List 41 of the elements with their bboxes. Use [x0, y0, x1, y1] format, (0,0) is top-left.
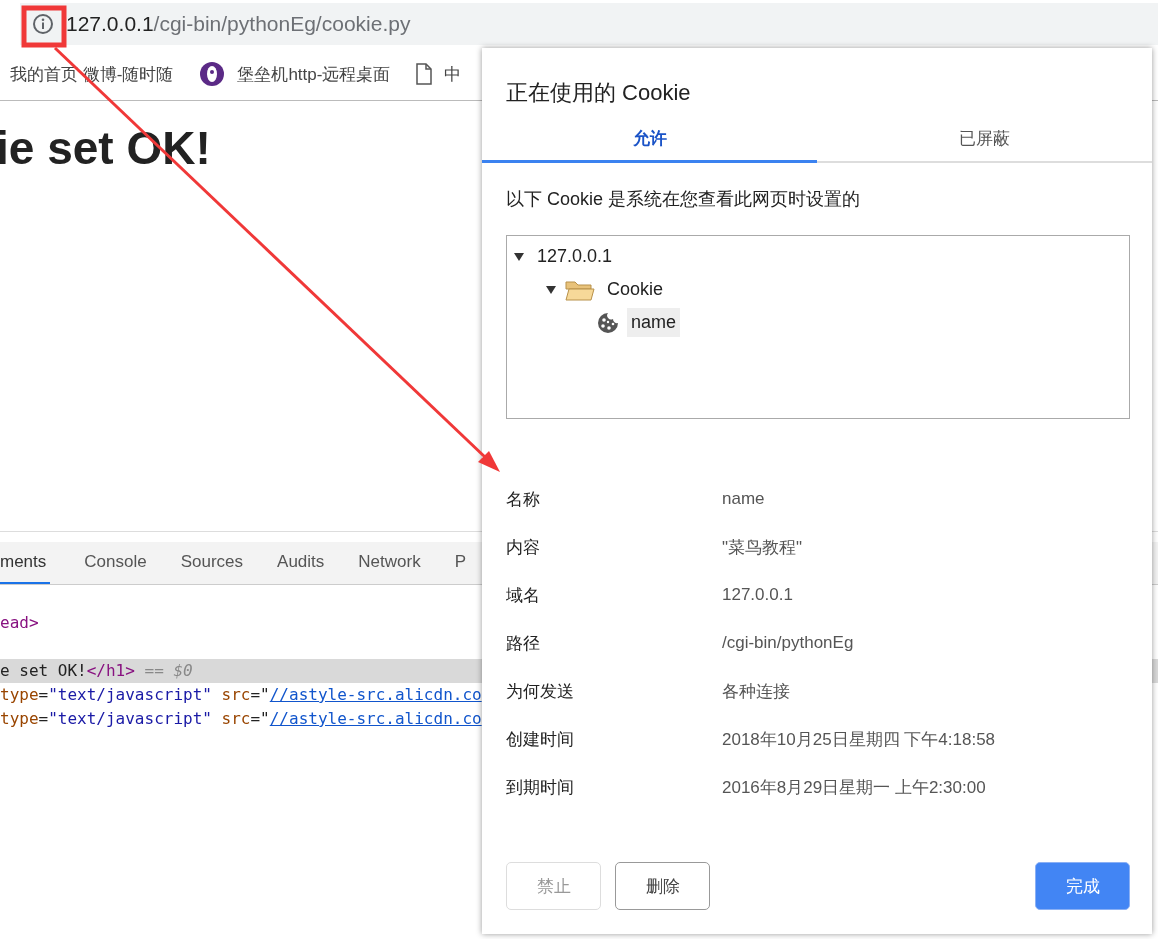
folder-icon: [565, 278, 595, 301]
dialog-tab[interactable]: 已屏蔽: [817, 120, 1152, 163]
dialog-button[interactable]: 完成: [1035, 862, 1130, 910]
field-value: 127.0.0.1: [722, 585, 793, 605]
highlight-frame: [21, 5, 67, 48]
field-label: 为何发送: [506, 680, 575, 703]
devtools-tab[interactable]: P: [454, 542, 466, 584]
dialog-title: 正在使用的 Cookie: [505, 79, 692, 107]
bookmark-logo-icon: [199, 61, 226, 87]
field-value: 2016年8月29日星期一 上午2:30:00: [722, 776, 986, 799]
bookmark-link[interactable]: 中: [444, 62, 462, 86]
devtools-tab[interactable]: Console: [84, 542, 147, 584]
tree-item[interactable]: 127.0.0.1: [533, 242, 617, 271]
field-label: 内容: [506, 536, 541, 559]
description-text: 以下 Cookie 是系统在您查看此网页时设置的: [505, 188, 862, 211]
devtools-tab[interactable]: ments: [0, 542, 51, 584]
field-value: 2018年10月25日星期四 下午4:18:58: [722, 728, 996, 751]
devtools-tab[interactable]: Audits: [277, 542, 325, 584]
url-text: 127.0.0.1/cgi-bin/pythonEg/cookie.py: [66, 12, 411, 36]
field-label: 名称: [506, 488, 541, 511]
bookmark-link[interactable]: 堡垒机http-远程桌面: [237, 62, 391, 86]
field-label: 域名: [506, 584, 541, 607]
page-icon: [416, 63, 433, 85]
info-icon[interactable]: [32, 13, 54, 35]
address-bar[interactable]: 127.0.0.1/cgi-bin/pythonEg/cookie.py: [20, 3, 1158, 45]
field-label: 创建时间: [506, 728, 575, 751]
dialog-tab[interactable]: 允许: [482, 120, 817, 163]
expand-triangle-icon[interactable]: [545, 283, 557, 296]
tree-item[interactable]: name: [627, 308, 681, 337]
expand-triangle-icon[interactable]: [513, 250, 525, 263]
dialog-button[interactable]: 删除: [615, 862, 710, 910]
field-value: 各种连接: [722, 680, 790, 703]
tree-item[interactable]: Cookie: [603, 275, 668, 304]
field-label: 路径: [506, 632, 541, 655]
cookie-icon: [597, 311, 619, 334]
field-value: "菜鸟教程": [722, 536, 803, 559]
field-value: /cgi-bin/pythonEg: [722, 633, 854, 653]
field-label: 到期时间: [506, 776, 575, 799]
devtools-tab[interactable]: Network: [358, 542, 421, 584]
field-value: name: [722, 489, 765, 509]
devtools-tab[interactable]: Sources: [180, 542, 244, 584]
